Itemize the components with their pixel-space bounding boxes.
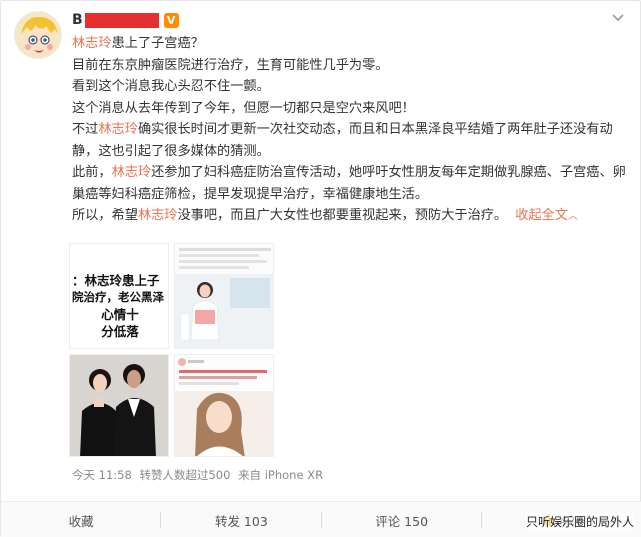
post-source[interactable]: 来自 iPhone XR <box>238 468 323 482</box>
post-text-segment: 此前， <box>72 165 112 180</box>
comment-label: 评论 150 <box>375 513 429 529</box>
post-line: 看到这个消息我心头忍不住一颤。 <box>72 76 632 98</box>
post-text-segment: 不过 <box>72 122 99 137</box>
media-image-selfie[interactable] <box>174 354 274 457</box>
repost-button[interactable]: 转发 103 <box>161 502 322 537</box>
post-repost-summary: 转赞人数超过500 <box>139 468 231 482</box>
headline-line-4: 分低落 <box>101 324 139 339</box>
mention-link[interactable]: 林志玲 <box>138 208 178 223</box>
comment-button[interactable]: 评论 150 <box>322 502 483 537</box>
post-line: 这个消息从去年传到了今年，但愿一切都只是空穴来风吧！ <box>72 98 632 120</box>
media-image-event[interactable] <box>174 243 274 349</box>
headline-line-1: ：林志玲患上子 <box>72 273 160 288</box>
mention-link[interactable]: 林志玲 <box>112 165 152 180</box>
author-name[interactable]: B <box>72 10 83 30</box>
post-line: 不过林志玲确实很长时间才更新一次社交动态，而且和日本黑泽良平结婚了两年肚子还没有… <box>72 119 632 141</box>
chevron-up-icon[interactable]: ︿ <box>568 211 578 222</box>
post-text-segment: 确实很长时间才更新一次社交动态，而且和日本黑泽良平结婚了两年肚子还没有动 <box>137 122 613 137</box>
avatar[interactable] <box>14 11 62 59</box>
post-line: 目前在东京肿瘤医院进行治疗，生育可能性几乎为零。 <box>72 55 632 77</box>
mention-link[interactable]: 林志玲 <box>72 36 112 51</box>
post-meta: 今天 11:58 转赞人数超过500 来自 iPhone XR <box>72 467 327 483</box>
mention-link[interactable]: 林志玲 <box>98 122 138 137</box>
post-body: 林志玲患上了子宫癌？ 目前在东京肿瘤医院进行治疗，生育可能性几乎为零。 看到这个消息… <box>72 33 632 228</box>
author-row: B V <box>72 10 179 30</box>
post-text-segment: 还参加了妇科癌症防治宣传活动，她呼吁女性朋友每年定期做乳腺癌、子宫癌、卵 <box>151 165 626 180</box>
post-line: 静，这也引起了很多媒体的猜测。 <box>72 141 632 163</box>
headline-line-2: 院治疗，老公黑泽 <box>72 290 164 304</box>
post-text-segment: 目前在东京肿瘤医院进行治疗，生育可能性几乎为零。 <box>72 57 389 73</box>
watermark: 只听娱乐圈的局外人 <box>525 513 634 530</box>
favorite-label: 收藏 <box>68 513 94 529</box>
post-line: 所以，希望林志玲没事吧，而且广大女性也都要重视起来，预防大于治疗。 收起全文︿ <box>72 205 632 228</box>
post-text-segment: 没事吧，而且广大女性也都要重视起来，预防大于治疗。 <box>177 208 508 223</box>
author-name-redaction <box>84 12 159 28</box>
chevron-down-icon[interactable] <box>611 13 625 23</box>
post-line: 林志玲患上了子宫癌？ <box>72 33 632 55</box>
verified-badge-icon: V <box>163 12 179 28</box>
favorite-button[interactable]: 收藏 <box>1 502 162 537</box>
collapse-text-button[interactable]: 收起全文 <box>515 208 568 223</box>
headline-line-3: 心情十 <box>101 307 139 322</box>
post-text-segment: 患上了子宫癌？ <box>111 36 204 51</box>
post-line: 巢癌等妇科癌症筛检，提早发现提早治疗，幸福健康地生活。 <box>72 184 632 206</box>
post-line: 此前，林志玲还参加了妇科癌症防治宣传活动，她呼吁女性朋友每年定期做乳腺癌、子宫癌… <box>72 162 632 184</box>
post-text-segment: 这个消息从去年传到了今年，但愿一切都只是空穴来风吧！ <box>72 100 415 116</box>
post-text-segment: 所以，希望 <box>72 208 138 223</box>
media-grid: ：林志玲患上子 院治疗，老公黑泽 心情十 分低落 <box>69 243 375 457</box>
post-text-segment: 看到这个消息我心头忍不住一颤。 <box>72 79 270 94</box>
post-text-segment: 静，这也引起了很多媒体的猜测。 <box>72 143 270 159</box>
weibo-post-card: B V 林志玲患上了子宫癌？ 目前在东京肿瘤医院进行治疗，生育可能性几乎为零。 看到… <box>0 0 641 537</box>
media-image-headline[interactable]: ：林志玲患上子 院治疗，老公黑泽 心情十 分低落 <box>69 243 169 349</box>
post-text-segment: 巢癌等妇科癌症筛检，提早发现提早治疗，幸福健康地生活。 <box>72 186 429 202</box>
repost-label: 转发 103 <box>214 513 268 529</box>
post-time[interactable]: 今天 11:58 <box>72 468 132 482</box>
media-image-couple[interactable] <box>69 354 169 457</box>
